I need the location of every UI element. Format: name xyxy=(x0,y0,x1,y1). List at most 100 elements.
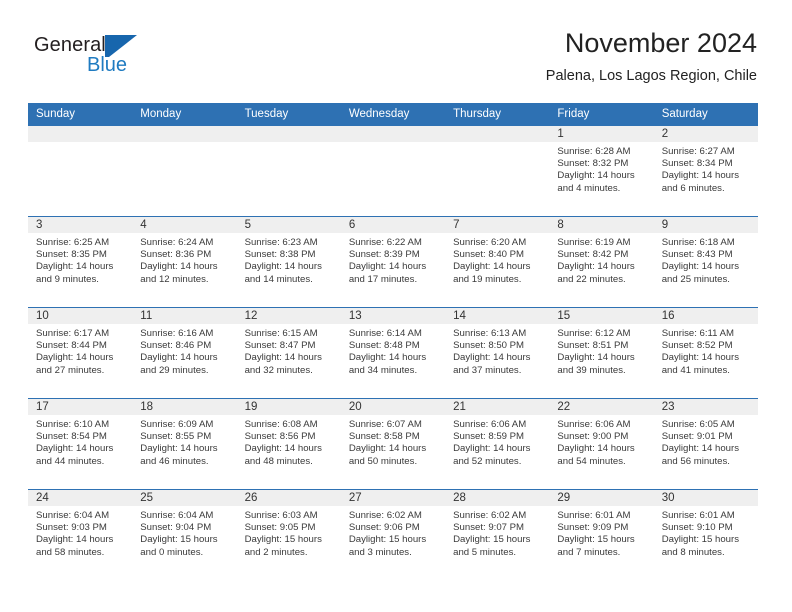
daylight-duration-line2: and 58 minutes. xyxy=(36,546,105,558)
calendar-day-cell[interactable]: 30 Sunrise: 6:01 AM Sunset: 9:10 PM Dayligh… xyxy=(653,489,758,580)
sunset-time: Sunset: 8:59 PM xyxy=(453,431,525,443)
calendar-day-cell[interactable]: 14 Sunrise: 6:13 AM Sunset: 8:50 PM Dayligh… xyxy=(445,307,550,399)
calendar-day-cell xyxy=(28,126,133,217)
daylight-duration-line2: and 12 minutes. xyxy=(140,273,209,285)
day-details: Sunrise: 6:04 AM Sunset: 9:03 PM Daylight:… xyxy=(28,506,132,559)
day-cell-content: 22 Sunrise: 6:06 AM Sunset: 9:00 PM Dayligh… xyxy=(549,399,654,489)
day-details: Sunrise: 6:02 AM Sunset: 9:06 PM Daylight:… xyxy=(341,506,445,559)
weekday-header-monday: Monday xyxy=(132,103,237,126)
calendar-day-cell[interactable]: 3 Sunrise: 6:25 AM Sunset: 8:35 PM Daylight… xyxy=(28,216,133,308)
calendar-day-cell[interactable]: 5 Sunrise: 6:23 AM Sunset: 8:38 PM Daylight… xyxy=(236,216,341,308)
calendar-day-cell[interactable]: 1 Sunrise: 6:28 AM Sunset: 8:32 PM Daylight… xyxy=(549,126,654,217)
calendar-day-cell[interactable]: 11 Sunrise: 6:16 AM Sunset: 8:46 PM Dayligh… xyxy=(132,307,237,399)
daylight-duration-line1: Daylight: 14 hours xyxy=(36,352,114,364)
daylight-duration-line2: and 2 minutes. xyxy=(244,546,308,558)
sunset-time: Sunset: 8:36 PM xyxy=(140,249,212,261)
calendar-day-cell[interactable]: 18 Sunrise: 6:09 AM Sunset: 8:55 PM Dayligh… xyxy=(132,398,237,490)
day-details: Sunrise: 6:22 AM Sunset: 8:39 PM Daylight:… xyxy=(341,233,445,286)
calendar-week-row: 10 Sunrise: 6:17 AM Sunset: 8:44 PM Dayligh… xyxy=(28,307,758,399)
day-number: 18 xyxy=(132,399,237,415)
day-cell-content: 14 Sunrise: 6:13 AM Sunset: 8:50 PM Dayligh… xyxy=(445,308,550,398)
calendar-day-cell[interactable]: 12 Sunrise: 6:15 AM Sunset: 8:47 PM Dayligh… xyxy=(236,307,341,399)
sunrise-time: Sunrise: 6:08 AM xyxy=(244,419,318,430)
calendar-day-cell xyxy=(445,126,550,217)
daylight-duration-line2: and 48 minutes. xyxy=(244,455,313,467)
page-header: General Blue November 2024 Palena, Los L… xyxy=(0,0,792,100)
calendar-day-cell[interactable]: 23 Sunrise: 6:05 AM Sunset: 9:01 PM Dayligh… xyxy=(653,398,758,490)
brand-name-blue: Blue xyxy=(87,54,128,76)
calendar-day-cell[interactable]: 21 Sunrise: 6:06 AM Sunset: 8:59 PM Dayligh… xyxy=(445,398,550,490)
sunset-time: Sunset: 8:55 PM xyxy=(140,431,212,443)
sunrise-time: Sunrise: 6:01 AM xyxy=(557,510,631,521)
calendar-day-cell[interactable]: 20 Sunrise: 6:07 AM Sunset: 8:58 PM Dayligh… xyxy=(340,398,446,490)
day-number: 24 xyxy=(28,490,133,506)
daylight-duration-line1: Daylight: 14 hours xyxy=(453,443,531,455)
daylight-duration-line2: and 8 minutes. xyxy=(661,546,725,558)
sunset-time: Sunset: 8:51 PM xyxy=(557,340,629,352)
calendar-day-cell[interactable]: 15 Sunrise: 6:12 AM Sunset: 8:51 PM Dayligh… xyxy=(549,307,654,399)
calendar-day-cell[interactable]: 4 Sunrise: 6:24 AM Sunset: 8:36 PM Daylight… xyxy=(132,216,237,308)
daylight-duration-line2: and 9 minutes. xyxy=(36,273,99,285)
day-cell-content: 9 Sunrise: 6:18 AM Sunset: 8:43 PM Daylight… xyxy=(653,217,758,307)
day-number: 8 xyxy=(549,217,654,233)
day-details: Sunrise: 6:12 AM Sunset: 8:51 PM Daylight:… xyxy=(549,324,653,377)
sunset-time: Sunset: 8:34 PM xyxy=(661,158,733,170)
calendar-day-cell[interactable]: 28 Sunrise: 6:02 AM Sunset: 9:07 PM Dayligh… xyxy=(445,489,550,580)
sunset-time: Sunset: 9:05 PM xyxy=(244,522,316,534)
sunrise-time: Sunrise: 6:20 AM xyxy=(453,237,527,248)
calendar-day-cell[interactable]: 6 Sunrise: 6:22 AM Sunset: 8:39 PM Daylight… xyxy=(340,216,446,308)
day-number: 1 xyxy=(549,126,654,142)
calendar-day-cell[interactable]: 8 Sunrise: 6:19 AM Sunset: 8:42 PM Daylight… xyxy=(549,216,654,308)
day-details: Sunrise: 6:07 AM Sunset: 8:58 PM Daylight:… xyxy=(341,415,445,468)
day-details: Sunrise: 6:06 AM Sunset: 8:59 PM Daylight:… xyxy=(445,415,549,468)
calendar-day-cell[interactable]: 22 Sunrise: 6:06 AM Sunset: 9:00 PM Dayligh… xyxy=(549,398,654,490)
calendar-day-cell[interactable]: 27 Sunrise: 6:02 AM Sunset: 9:06 PM Dayligh… xyxy=(340,489,446,580)
calendar-day-cell[interactable]: 25 Sunrise: 6:04 AM Sunset: 9:04 PM Dayligh… xyxy=(132,489,237,580)
day-number: 27 xyxy=(340,490,446,506)
daylight-duration-line2: and 3 minutes. xyxy=(348,546,412,558)
daylight-duration-line2: and 14 minutes. xyxy=(244,273,313,285)
daylight-duration-line2: and 7 minutes. xyxy=(557,546,621,558)
calendar-day-cell[interactable]: 24 Sunrise: 6:04 AM Sunset: 9:03 PM Dayligh… xyxy=(28,489,133,580)
day-cell-content: 27 Sunrise: 6:02 AM Sunset: 9:06 PM Dayligh… xyxy=(340,490,446,580)
sunset-time: Sunset: 8:32 PM xyxy=(557,158,629,170)
day-details: Sunrise: 6:19 AM Sunset: 8:42 PM Daylight:… xyxy=(549,233,653,286)
calendar-day-cell[interactable]: 29 Sunrise: 6:01 AM Sunset: 9:09 PM Dayligh… xyxy=(549,489,654,580)
calendar-day-cell[interactable]: 10 Sunrise: 6:17 AM Sunset: 8:44 PM Dayligh… xyxy=(28,307,133,399)
sunset-time: Sunset: 8:48 PM xyxy=(348,340,420,352)
daylight-duration-line1: Daylight: 14 hours xyxy=(244,443,322,455)
calendar-day-cell[interactable]: 19 Sunrise: 6:08 AM Sunset: 8:56 PM Dayligh… xyxy=(236,398,341,490)
calendar-day-cell[interactable]: 2 Sunrise: 6:27 AM Sunset: 8:34 PM Daylight… xyxy=(653,126,758,217)
day-number: 30 xyxy=(653,490,758,506)
sunrise-time: Sunrise: 6:17 AM xyxy=(36,328,110,339)
daylight-duration-line2: and 25 minutes. xyxy=(661,273,730,285)
sunrise-time: Sunrise: 6:02 AM xyxy=(348,510,422,521)
day-number: 6 xyxy=(340,217,446,233)
calendar-day-cell[interactable]: 17 Sunrise: 6:10 AM Sunset: 8:54 PM Dayligh… xyxy=(28,398,133,490)
calendar-day-cell[interactable]: 9 Sunrise: 6:18 AM Sunset: 8:43 PM Daylight… xyxy=(653,216,758,308)
day-details: Sunrise: 6:03 AM Sunset: 9:05 PM Daylight:… xyxy=(237,506,341,559)
calendar-day-cell[interactable]: 16 Sunrise: 6:11 AM Sunset: 8:52 PM Dayligh… xyxy=(653,307,758,399)
daylight-duration-line1: Daylight: 15 hours xyxy=(244,534,322,546)
daylight-duration-line2: and 37 minutes. xyxy=(453,364,522,376)
calendar-day-cell[interactable]: 13 Sunrise: 6:14 AM Sunset: 8:48 PM Dayligh… xyxy=(340,307,446,399)
weekday-header-wednesday: Wednesday xyxy=(340,103,446,126)
sunrise-time: Sunrise: 6:12 AM xyxy=(557,328,631,339)
calendar-week-row: 3 Sunrise: 6:25 AM Sunset: 8:35 PM Daylight… xyxy=(28,216,758,308)
calendar-day-cell[interactable]: 7 Sunrise: 6:20 AM Sunset: 8:40 PM Daylight… xyxy=(445,216,550,308)
daylight-duration-line2: and 52 minutes. xyxy=(453,455,522,467)
sunset-time: Sunset: 8:39 PM xyxy=(348,249,420,261)
day-details: Sunrise: 6:04 AM Sunset: 9:04 PM Daylight:… xyxy=(132,506,236,559)
brand-logo[interactable]: General Blue xyxy=(34,34,154,82)
day-number: 29 xyxy=(549,490,654,506)
day-details: Sunrise: 6:15 AM Sunset: 8:47 PM Daylight:… xyxy=(237,324,341,377)
sunset-time: Sunset: 8:42 PM xyxy=(557,249,629,261)
calendar-day-cell[interactable]: 26 Sunrise: 6:03 AM Sunset: 9:05 PM Dayligh… xyxy=(236,489,341,580)
sunset-time: Sunset: 8:43 PM xyxy=(661,249,733,261)
weekday-header-friday: Friday xyxy=(549,103,654,126)
sunrise-time: Sunrise: 6:18 AM xyxy=(661,237,735,248)
day-cell-content: 30 Sunrise: 6:01 AM Sunset: 9:10 PM Dayligh… xyxy=(653,490,758,580)
day-details: Sunrise: 6:23 AM Sunset: 8:38 PM Daylight:… xyxy=(237,233,341,286)
daylight-duration-line1: Daylight: 14 hours xyxy=(244,352,322,364)
day-details: Sunrise: 6:11 AM Sunset: 8:52 PM Daylight:… xyxy=(654,324,758,377)
